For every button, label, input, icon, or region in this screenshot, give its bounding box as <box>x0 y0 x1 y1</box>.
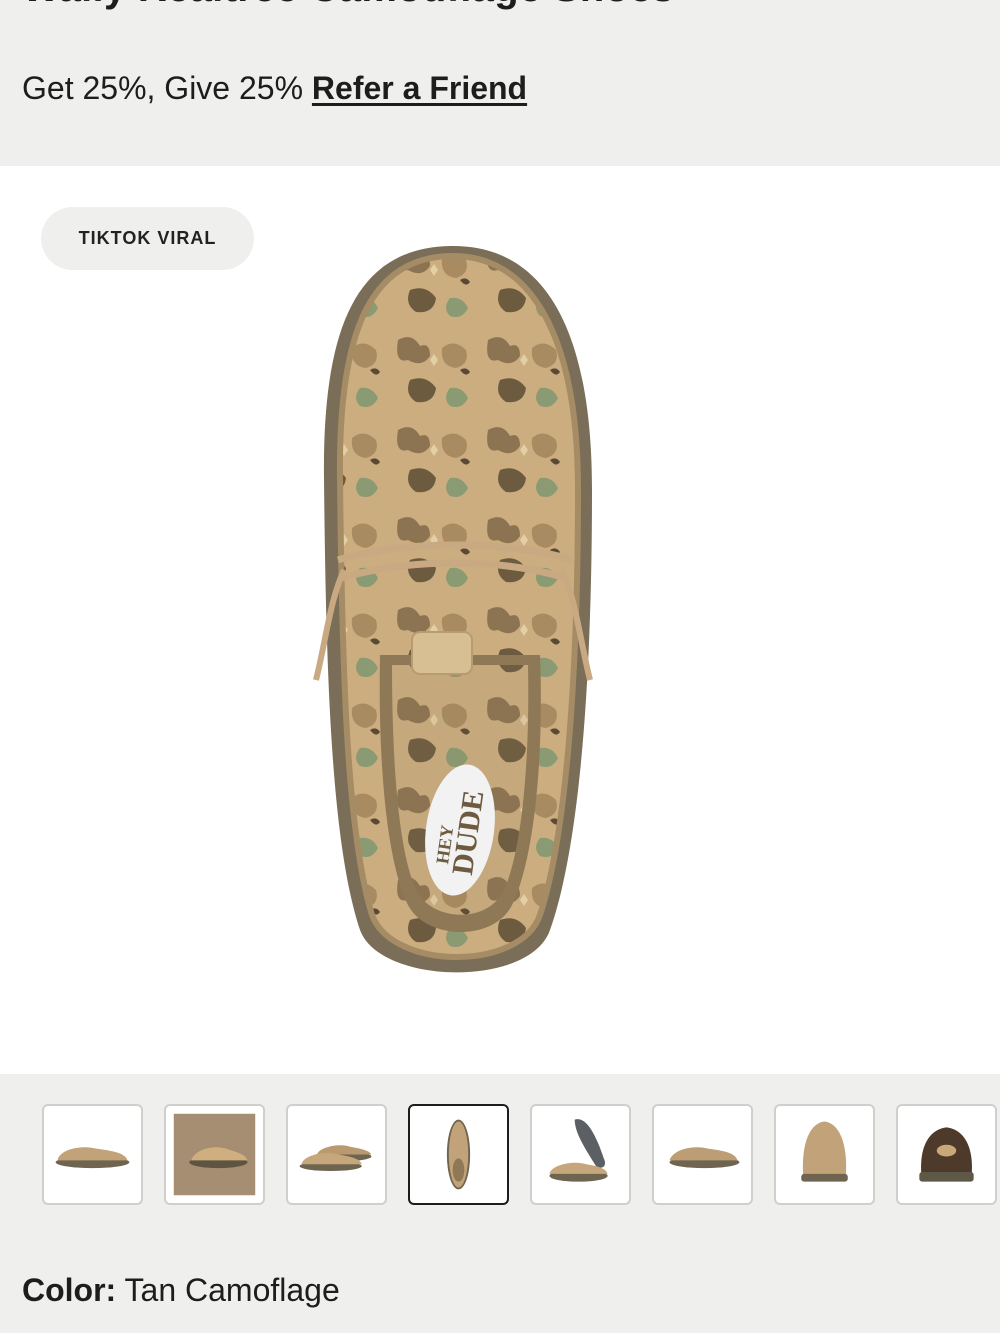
referral-promo: Get 25%, Give 25% Refer a Friend <box>22 70 527 107</box>
thumbnail-side-alt[interactable] <box>652 1104 753 1205</box>
tiktok-viral-badge: TIKTOK VIRAL <box>41 207 254 270</box>
thumbnail-top[interactable] <box>408 1104 509 1205</box>
refer-a-friend-link[interactable]: Refer a Friend <box>312 70 527 106</box>
thumbnail-lifestyle[interactable] <box>164 1104 265 1205</box>
product-title: Wally Realtree Camouflage Shoes <box>22 0 674 11</box>
thumbnail-side[interactable] <box>42 1104 143 1205</box>
thumbnail-front[interactable] <box>774 1104 875 1205</box>
product-hero-image: TIKTOK VIRAL HEY DUDE <box>0 166 1000 1074</box>
color-label: Color: <box>22 1272 117 1308</box>
header-band: Wally Realtree Camouflage Shoes Get 25%,… <box>0 0 1000 166</box>
promo-text: Get 25%, Give 25% <box>22 70 304 106</box>
shoe-top-view-image: HEY DUDE <box>313 245 593 973</box>
thumbnail-sole[interactable] <box>530 1104 631 1205</box>
thumbnail-strip <box>0 1074 1000 1234</box>
thumbnail-pair[interactable] <box>286 1104 387 1205</box>
color-value: Tan Camoflage <box>124 1272 340 1308</box>
color-selection: Color: Tan Camoflage <box>22 1272 340 1309</box>
thumbnail-back[interactable] <box>896 1104 997 1205</box>
